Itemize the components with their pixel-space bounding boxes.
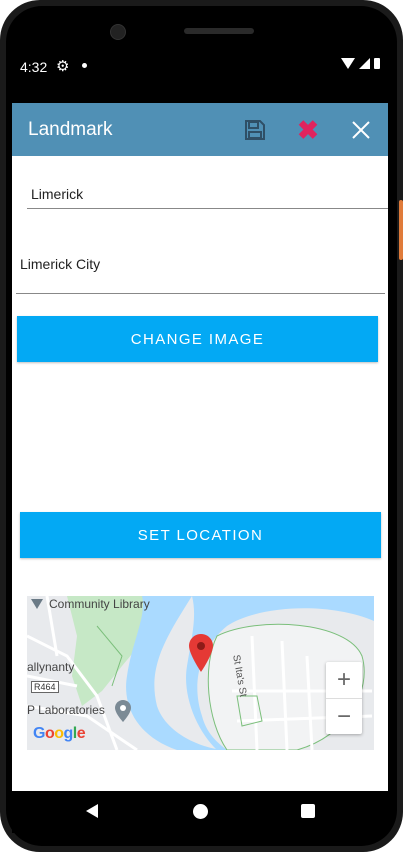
recents-icon[interactable] bbox=[301, 804, 315, 818]
app-bar: Landmark ✖ bbox=[12, 103, 388, 156]
description-field-value: Limerick City bbox=[20, 256, 101, 272]
status-bar: 4:32 ⚙ bbox=[12, 52, 388, 82]
map-label-laboratories: P Laboratories bbox=[27, 703, 105, 717]
red-x-icon: ✖ bbox=[297, 114, 319, 145]
status-time: 4:32 bbox=[20, 59, 48, 75]
map-label-ballynanty: allynanty bbox=[27, 660, 75, 674]
gear-icon: ⚙ bbox=[56, 58, 70, 75]
location-marker-icon[interactable] bbox=[189, 634, 213, 672]
place-pin-icon bbox=[115, 700, 131, 722]
zoom-in-button[interactable]: + bbox=[326, 662, 362, 699]
signal-icon bbox=[359, 58, 370, 69]
wifi-icon bbox=[341, 58, 355, 69]
title-field[interactable]: Limerick bbox=[27, 178, 388, 209]
close-button[interactable] bbox=[346, 115, 376, 145]
battery-icon bbox=[374, 58, 380, 69]
zoom-out-button[interactable]: − bbox=[326, 699, 362, 735]
map-label-community-library: Community Library bbox=[49, 597, 150, 611]
save-button[interactable] bbox=[240, 115, 270, 145]
map-zoom-controls: + − bbox=[326, 662, 362, 734]
app-bar-title: Landmark bbox=[28, 119, 113, 140]
description-field[interactable]: Limerick City bbox=[16, 243, 385, 294]
app-screen: Landmark ✖ Limerick Limerick City CHANGE… bbox=[12, 103, 388, 791]
delete-button[interactable]: ✖ bbox=[293, 115, 323, 145]
map-label-road: R464 bbox=[31, 681, 59, 693]
front-camera bbox=[110, 24, 126, 40]
status-right-icons bbox=[341, 58, 380, 69]
phone-frame: 4:32 ⚙ Landmark ✖ Limerick Limerick City… bbox=[0, 0, 403, 852]
google-logo: Google bbox=[33, 725, 86, 742]
change-image-button[interactable]: CHANGE IMAGE bbox=[17, 316, 378, 362]
library-pin-icon bbox=[31, 599, 43, 609]
home-icon[interactable] bbox=[193, 804, 208, 819]
side-power-button bbox=[399, 200, 403, 260]
title-field-value: Limerick bbox=[31, 186, 84, 202]
back-icon[interactable] bbox=[86, 804, 98, 818]
close-icon bbox=[352, 121, 370, 139]
map-view[interactable]: Community Library allynanty R464 P Labor… bbox=[27, 596, 374, 750]
earpiece-speaker bbox=[184, 28, 254, 34]
set-location-button[interactable]: SET LOCATION bbox=[20, 512, 381, 558]
floppy-disk-icon bbox=[245, 120, 265, 140]
notification-dot-icon bbox=[82, 63, 87, 68]
system-nav-bar bbox=[12, 791, 388, 833]
